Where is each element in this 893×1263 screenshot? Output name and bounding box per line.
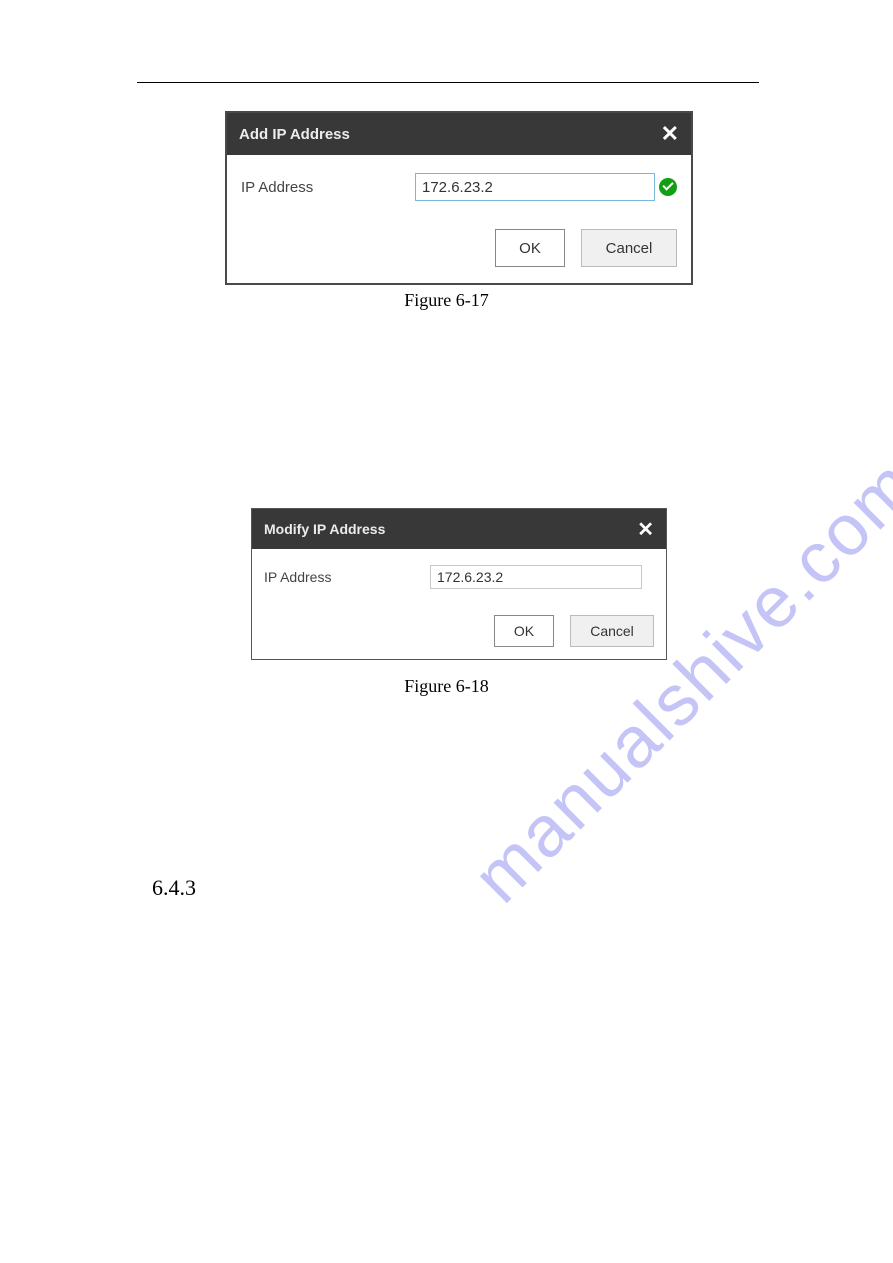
check-icon: [659, 178, 677, 196]
dialog-body: IP Address OK Cancel: [252, 549, 666, 659]
dialog-titlebar: Add IP Address ✕: [227, 113, 691, 155]
ok-button[interactable]: OK: [494, 615, 554, 647]
ip-address-input[interactable]: [415, 173, 655, 201]
close-icon[interactable]: ✕: [661, 121, 679, 147]
dialog-title: Add IP Address: [239, 126, 350, 143]
button-row: OK Cancel: [241, 229, 677, 267]
modify-ip-dialog: Modify IP Address ✕ IP Address OK Cancel: [251, 508, 667, 660]
add-ip-dialog: Add IP Address ✕ IP Address OK Cancel: [225, 111, 693, 285]
section-number: 6.4.3: [152, 875, 196, 901]
cancel-button[interactable]: Cancel: [570, 615, 654, 647]
figure-caption-1: Figure 6-17: [0, 290, 893, 311]
cancel-button[interactable]: Cancel: [581, 229, 677, 267]
horizontal-rule: [137, 82, 759, 83]
dialog-titlebar: Modify IP Address ✕: [252, 509, 666, 549]
ip-address-row: IP Address: [241, 173, 677, 201]
figure-caption-2: Figure 6-18: [0, 676, 893, 697]
ip-address-label: IP Address: [241, 179, 415, 196]
close-icon[interactable]: ✕: [637, 517, 654, 542]
ip-address-row: IP Address: [264, 565, 654, 589]
ip-address-label: IP Address: [264, 569, 430, 585]
dialog-title: Modify IP Address: [264, 521, 385, 537]
ok-button[interactable]: OK: [495, 229, 565, 267]
ip-address-input[interactable]: [430, 565, 642, 589]
dialog-body: IP Address OK Cancel: [227, 155, 691, 283]
button-row: OK Cancel: [264, 615, 654, 647]
